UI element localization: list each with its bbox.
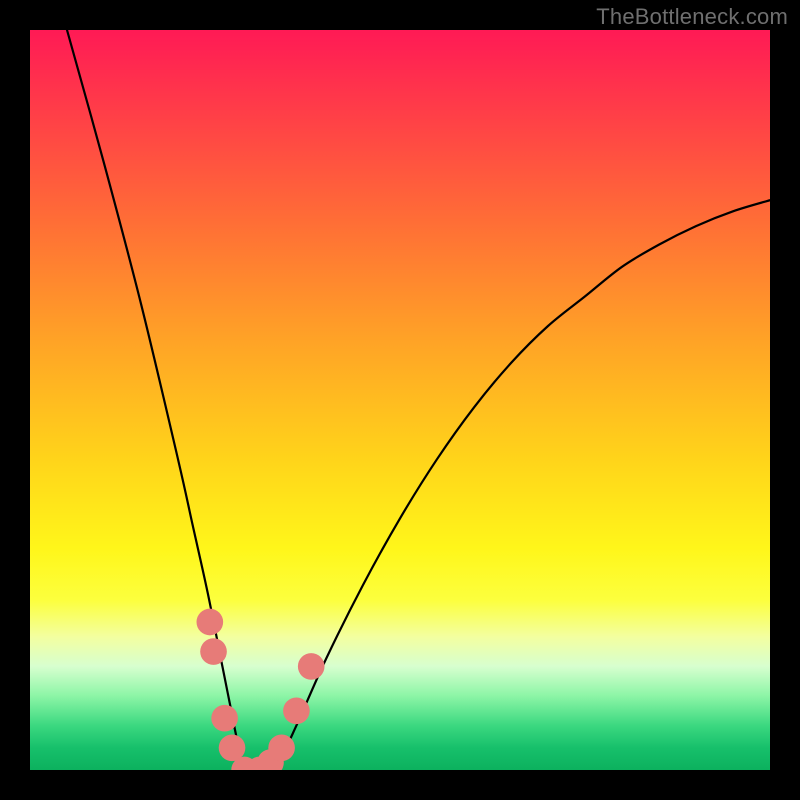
curve-marker: [298, 653, 325, 680]
curve-markers: [197, 609, 325, 770]
curve-marker: [268, 734, 295, 761]
bottleneck-curve: [67, 30, 770, 770]
chart-frame: TheBottleneck.com: [0, 0, 800, 800]
plot-area: [30, 30, 770, 770]
curve-layer: [30, 30, 770, 770]
curve-marker: [211, 705, 238, 732]
curve-marker: [283, 697, 310, 724]
curve-marker: [200, 638, 227, 665]
watermark-text: TheBottleneck.com: [596, 4, 788, 30]
curve-marker: [197, 609, 224, 636]
